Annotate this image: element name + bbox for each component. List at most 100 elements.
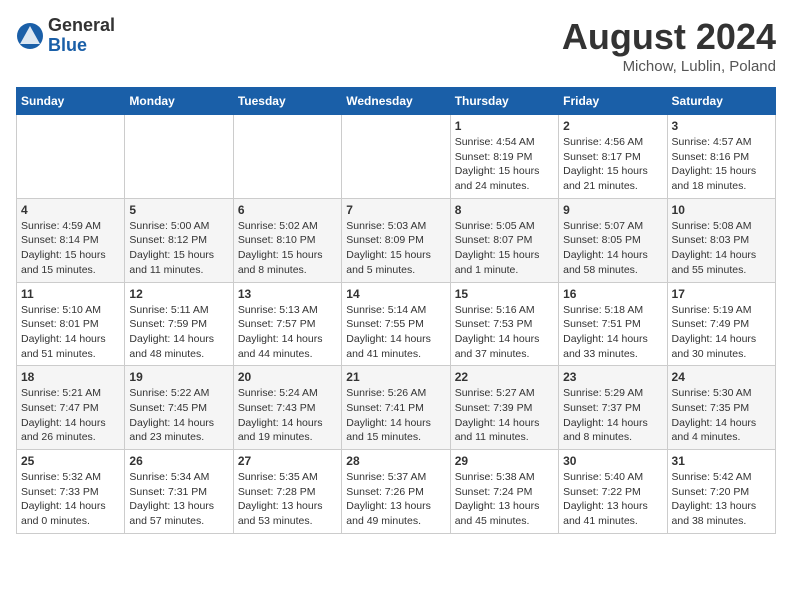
weekday-row: SundayMondayTuesdayWednesdayThursdayFrid…	[17, 88, 776, 115]
location: Michow, Lublin, Poland	[562, 58, 776, 75]
title-block: August 2024 Michow, Lublin, Poland	[562, 16, 776, 75]
day-number: 23	[563, 370, 662, 384]
calendar-cell: 7Sunrise: 5:03 AM Sunset: 8:09 PM Daylig…	[342, 198, 450, 282]
day-info: Sunrise: 5:10 AM Sunset: 8:01 PM Dayligh…	[21, 303, 120, 362]
logo: General Blue	[16, 16, 115, 56]
calendar-cell: 13 Sunrise: 5:13 AM Sunset: 7:57 PM Dayli…	[233, 282, 341, 366]
day-info: Sunrise: 4:57 AM Sunset: 8:16 PM Dayligh…	[672, 135, 771, 194]
day-number: 22	[455, 370, 554, 384]
day-number: 16	[563, 287, 662, 301]
weekday-header: Friday	[559, 88, 667, 115]
day-number: 31	[672, 454, 771, 468]
day-number: 1	[455, 119, 554, 133]
calendar-week-row: 18Sunrise: 5:21 AM Sunset: 7:47 PM Dayli…	[17, 366, 776, 450]
weekday-header: Tuesday	[233, 88, 341, 115]
day-number: 6	[238, 203, 337, 217]
logo-blue: Blue	[48, 36, 115, 56]
day-info: Sunrise: 5:08 AM Sunset: 8:03 PM Dayligh…	[672, 219, 771, 278]
calendar-cell: 11 Sunrise: 5:10 AM Sunset: 8:01 PM Dayli…	[17, 282, 125, 366]
calendar-cell: 24 Sunrise: 5:30 AM Sunset: 7:35 PM Dayli…	[667, 366, 775, 450]
calendar-cell: 31 Sunrise: 5:42 AM Sunset: 7:20 PM Dayli…	[667, 450, 775, 534]
day-info: Sunrise: 5:13 AM Sunset: 7:57 PM Dayligh…	[238, 303, 337, 362]
day-number: 29	[455, 454, 554, 468]
day-info: Sunrise: 5:27 AM Sunset: 7:39 PM Dayligh…	[455, 386, 554, 445]
day-info: Sunrise: 5:03 AM Sunset: 8:09 PM Dayligh…	[346, 219, 445, 278]
calendar-cell: 18Sunrise: 5:21 AM Sunset: 7:47 PM Dayli…	[17, 366, 125, 450]
day-info: Sunrise: 5:40 AM Sunset: 7:22 PM Dayligh…	[563, 470, 662, 529]
day-info: Sunrise: 5:14 AM Sunset: 7:55 PM Dayligh…	[346, 303, 445, 362]
calendar-table: SundayMondayTuesdayWednesdayThursdayFrid…	[16, 87, 776, 534]
calendar-week-row: 11 Sunrise: 5:10 AM Sunset: 8:01 PM Dayli…	[17, 282, 776, 366]
day-number: 9	[563, 203, 662, 217]
day-number: 11	[21, 287, 120, 301]
day-number: 25	[21, 454, 120, 468]
day-info: Sunrise: 5:34 AM Sunset: 7:31 PM Dayligh…	[129, 470, 228, 529]
day-info: Sunrise: 5:18 AM Sunset: 7:51 PM Dayligh…	[563, 303, 662, 362]
day-info: Sunrise: 5:24 AM Sunset: 7:43 PM Dayligh…	[238, 386, 337, 445]
day-number: 24	[672, 370, 771, 384]
day-number: 26	[129, 454, 228, 468]
day-number: 30	[563, 454, 662, 468]
calendar-cell: 16 Sunrise: 5:18 AM Sunset: 7:51 PM Dayli…	[559, 282, 667, 366]
day-number: 27	[238, 454, 337, 468]
day-info: Sunrise: 5:32 AM Sunset: 7:33 PM Dayligh…	[21, 470, 120, 529]
day-info: Sunrise: 5:38 AM Sunset: 7:24 PM Dayligh…	[455, 470, 554, 529]
calendar-cell: 2Sunrise: 4:56 AM Sunset: 8:17 PM Daylig…	[559, 115, 667, 199]
calendar-cell: 22 Sunrise: 5:27 AM Sunset: 7:39 PM Dayli…	[450, 366, 558, 450]
day-info: Sunrise: 5:26 AM Sunset: 7:41 PM Dayligh…	[346, 386, 445, 445]
calendar-cell: 15 Sunrise: 5:16 AM Sunset: 7:53 PM Dayli…	[450, 282, 558, 366]
month-title: August 2024	[562, 16, 776, 58]
weekday-header: Monday	[125, 88, 233, 115]
weekday-header: Thursday	[450, 88, 558, 115]
day-number: 5	[129, 203, 228, 217]
calendar-cell: 25 Sunrise: 5:32 AM Sunset: 7:33 PM Dayli…	[17, 450, 125, 534]
calendar-cell	[125, 115, 233, 199]
day-info: Sunrise: 5:29 AM Sunset: 7:37 PM Dayligh…	[563, 386, 662, 445]
calendar-week-row: 25 Sunrise: 5:32 AM Sunset: 7:33 PM Dayli…	[17, 450, 776, 534]
day-info: Sunrise: 5:30 AM Sunset: 7:35 PM Dayligh…	[672, 386, 771, 445]
day-info: Sunrise: 5:16 AM Sunset: 7:53 PM Dayligh…	[455, 303, 554, 362]
day-number: 15	[455, 287, 554, 301]
day-info: Sunrise: 5:11 AM Sunset: 7:59 PM Dayligh…	[129, 303, 228, 362]
calendar-cell: 14 Sunrise: 5:14 AM Sunset: 7:55 PM Dayli…	[342, 282, 450, 366]
day-info: Sunrise: 5:05 AM Sunset: 8:07 PM Dayligh…	[455, 219, 554, 278]
day-number: 20	[238, 370, 337, 384]
calendar-cell: 17Sunrise: 5:19 AM Sunset: 7:49 PM Dayli…	[667, 282, 775, 366]
day-info: Sunrise: 5:07 AM Sunset: 8:05 PM Dayligh…	[563, 219, 662, 278]
calendar-header: SundayMondayTuesdayWednesdayThursdayFrid…	[17, 88, 776, 115]
logo-general: General	[48, 16, 115, 36]
day-info: Sunrise: 5:42 AM Sunset: 7:20 PM Dayligh…	[672, 470, 771, 529]
calendar-cell: 5Sunrise: 5:00 AM Sunset: 8:12 PM Daylig…	[125, 198, 233, 282]
calendar-cell: 23 Sunrise: 5:29 AM Sunset: 7:37 PM Dayli…	[559, 366, 667, 450]
day-number: 8	[455, 203, 554, 217]
day-number: 13	[238, 287, 337, 301]
day-info: Sunrise: 5:19 AM Sunset: 7:49 PM Dayligh…	[672, 303, 771, 362]
calendar-week-row: 4Sunrise: 4:59 AM Sunset: 8:14 PM Daylig…	[17, 198, 776, 282]
calendar-cell: 28 Sunrise: 5:37 AM Sunset: 7:26 PM Dayli…	[342, 450, 450, 534]
calendar-cell: 29 Sunrise: 5:38 AM Sunset: 7:24 PM Dayli…	[450, 450, 558, 534]
weekday-header: Sunday	[17, 88, 125, 115]
day-info: Sunrise: 5:35 AM Sunset: 7:28 PM Dayligh…	[238, 470, 337, 529]
day-info: Sunrise: 4:56 AM Sunset: 8:17 PM Dayligh…	[563, 135, 662, 194]
calendar-cell	[17, 115, 125, 199]
day-info: Sunrise: 5:22 AM Sunset: 7:45 PM Dayligh…	[129, 386, 228, 445]
calendar-cell: 20 Sunrise: 5:24 AM Sunset: 7:43 PM Dayli…	[233, 366, 341, 450]
calendar-cell	[342, 115, 450, 199]
day-info: Sunrise: 5:02 AM Sunset: 8:10 PM Dayligh…	[238, 219, 337, 278]
day-number: 14	[346, 287, 445, 301]
calendar-body: 1Sunrise: 4:54 AM Sunset: 8:19 PM Daylig…	[17, 115, 776, 534]
calendar-cell: 8 Sunrise: 5:05 AM Sunset: 8:07 PM Daylig…	[450, 198, 558, 282]
weekday-header: Wednesday	[342, 88, 450, 115]
calendar-cell: 30 Sunrise: 5:40 AM Sunset: 7:22 PM Dayli…	[559, 450, 667, 534]
calendar-cell: 10 Sunrise: 5:08 AM Sunset: 8:03 PM Dayli…	[667, 198, 775, 282]
day-number: 10	[672, 203, 771, 217]
day-info: Sunrise: 5:37 AM Sunset: 7:26 PM Dayligh…	[346, 470, 445, 529]
day-number: 3	[672, 119, 771, 133]
calendar-cell: 9 Sunrise: 5:07 AM Sunset: 8:05 PM Daylig…	[559, 198, 667, 282]
day-number: 21	[346, 370, 445, 384]
calendar-cell	[233, 115, 341, 199]
day-number: 12	[129, 287, 228, 301]
calendar-cell: 19Sunrise: 5:22 AM Sunset: 7:45 PM Dayli…	[125, 366, 233, 450]
day-number: 28	[346, 454, 445, 468]
weekday-header: Saturday	[667, 88, 775, 115]
